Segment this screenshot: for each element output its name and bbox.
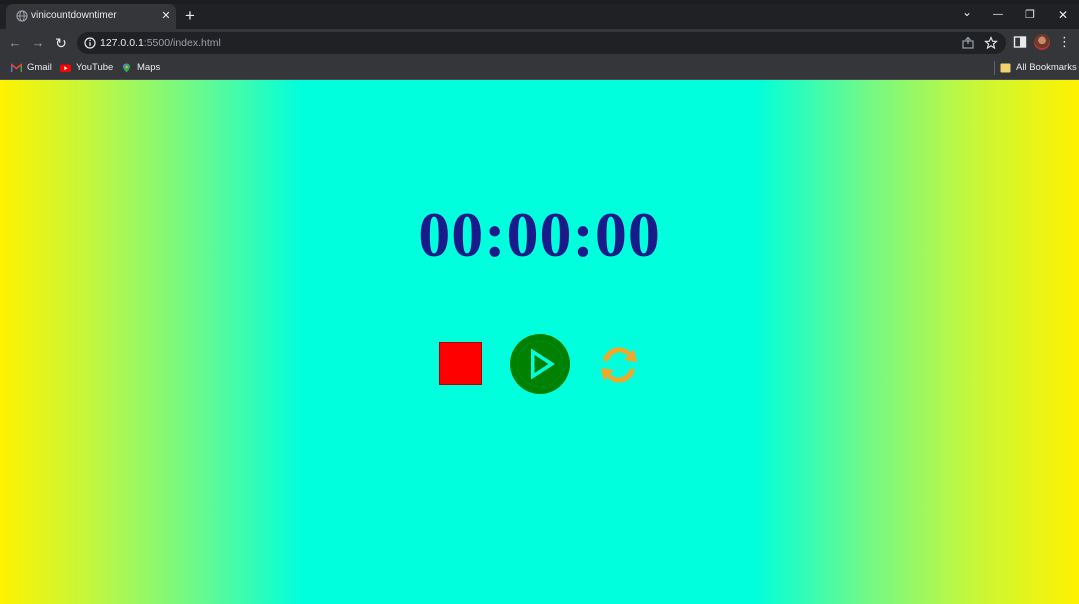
all-bookmarks-label: All Bookmarks <box>1016 62 1077 73</box>
bookmark-label: YouTube <box>76 62 114 73</box>
reload-button[interactable]: ↻ <box>52 34 70 52</box>
minimize-button[interactable]: — <box>988 6 1008 24</box>
all-bookmarks-button[interactable]: All Bookmarks <box>1000 61 1077 75</box>
browser-toolbar: ← → ↻ 127.0.0.1:5500/index.html ⋮ <box>0 29 1079 56</box>
tab-title: vinicountdowntimer <box>31 10 117 21</box>
browser-menu-icon[interactable]: ⋮ <box>1058 34 1071 50</box>
bookmark-label: Maps <box>137 62 161 73</box>
restore-button[interactable]: ❐ <box>1020 6 1040 24</box>
bookmark-maps[interactable]: Maps <box>121 61 165 75</box>
forward-button[interactable]: → <box>29 34 47 52</box>
close-window-button[interactable]: ✕ <box>1053 6 1073 24</box>
timer-display: 00:00:00 <box>418 199 661 270</box>
tab-strip: vinicountdowntimer ✕ + ⌄ — ❐ ✕ <box>0 0 1079 29</box>
tab-search-dropdown-icon[interactable]: ⌄ <box>957 6 977 24</box>
address-bar[interactable]: 127.0.0.1:5500/index.html <box>77 32 1006 54</box>
reset-button[interactable] <box>596 342 642 388</box>
browser-window: vinicountdowntimer ✕ + ⌄ — ❐ ✕ ← → ↻ 127… <box>0 0 1079 604</box>
bookmarks-divider <box>994 61 995 75</box>
url-path: :5500/index.html <box>143 37 221 49</box>
refresh-icon <box>601 347 637 383</box>
tab-close-icon[interactable]: ✕ <box>159 9 173 23</box>
page-content: 00:00:00 <box>0 80 1079 604</box>
bookmark-youtube[interactable]: YouTube <box>60 61 116 75</box>
url-host: 127.0.0.1 <box>100 37 144 49</box>
folder-icon <box>1000 63 1011 73</box>
bookmark-label: Gmail <box>27 62 52 73</box>
tab-vinicountdowntimer[interactable]: vinicountdowntimer ✕ <box>6 4 176 29</box>
bookmark-star-icon[interactable] <box>984 36 998 50</box>
side-panel-icon[interactable] <box>1012 34 1028 50</box>
youtube-icon <box>60 64 71 72</box>
bookmarks-bar: Gmail YouTube Maps All Bookmarks <box>0 56 1079 80</box>
site-info-icon[interactable] <box>84 37 96 49</box>
url-text[interactable]: 127.0.0.1:5500/index.html <box>100 37 221 49</box>
back-button[interactable]: ← <box>6 34 24 52</box>
play-button[interactable] <box>510 334 570 394</box>
new-tab-button[interactable]: + <box>182 7 198 24</box>
bookmark-gmail[interactable]: Gmail <box>11 61 57 75</box>
stop-button[interactable] <box>439 342 482 385</box>
maps-icon <box>123 63 130 73</box>
profile-avatar[interactable] <box>1034 34 1050 50</box>
globe-icon <box>16 10 28 22</box>
gmail-icon <box>11 63 22 72</box>
share-icon[interactable] <box>961 36 975 50</box>
